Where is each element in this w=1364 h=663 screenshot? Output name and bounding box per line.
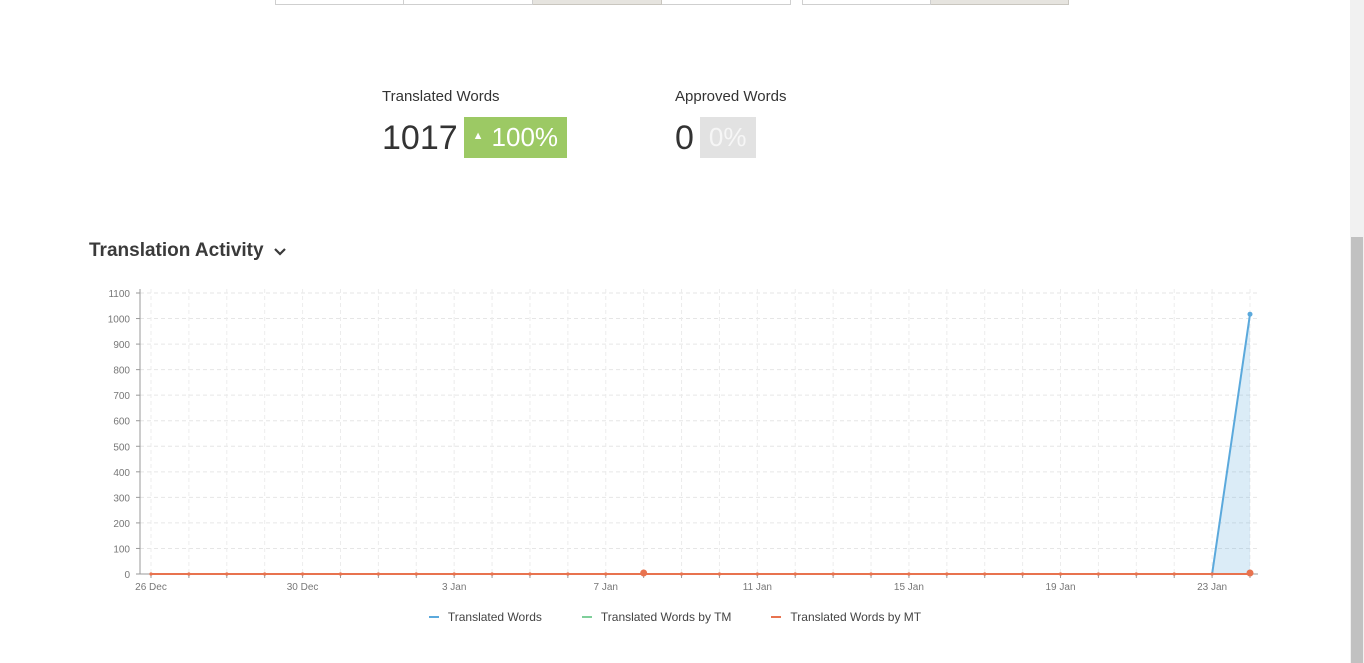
data-point-mt <box>225 572 229 576</box>
translated-words-label: Translated Words <box>382 88 500 105</box>
legend-swatch-translated-words-by-tm <box>581 616 592 618</box>
approved-words-change: 0% <box>708 122 747 152</box>
data-point-mt <box>414 572 418 576</box>
data-point-mt <box>679 572 684 576</box>
translated-words-change: 100% <box>491 122 559 152</box>
up-arrow-icon: ▲ <box>472 129 484 142</box>
segment-6-active[interactable] <box>931 0 1069 5</box>
chart-legend: Translated Words Translated Words by TM … <box>0 610 1350 624</box>
y-tick-label: 100 <box>113 544 130 555</box>
data-point-mt <box>300 572 305 576</box>
x-tick-label: 23 Jan <box>1197 582 1227 593</box>
y-tick-label: 400 <box>113 468 130 479</box>
legend-item-translated-words[interactable]: Translated Words <box>428 610 542 624</box>
translated-words-stat: Translated Words 1017 ▲ 100% <box>382 88 568 158</box>
data-point-mt <box>338 572 343 576</box>
y-tick-label: 0 <box>124 570 130 581</box>
data-point-mt <box>604 572 608 576</box>
top-segmented-control-2 <box>802 0 1069 6</box>
translation-activity-dropdown[interactable]: Translation Activity <box>89 240 286 262</box>
top-segmented-control-1 <box>275 0 791 6</box>
y-tick-label: 200 <box>113 519 130 530</box>
data-point-mt <box>566 572 570 576</box>
data-point-mt <box>831 572 835 576</box>
y-tick-label: 800 <box>113 366 130 377</box>
y-tick-label: 1000 <box>108 315 131 326</box>
data-point-mt <box>717 572 722 576</box>
data-point-highlight-mt <box>1246 569 1254 577</box>
segment-4[interactable] <box>662 0 791 5</box>
data-point-mt <box>907 572 911 576</box>
x-tick-label: 11 Jan <box>743 582 772 593</box>
data-point-mt <box>755 572 759 576</box>
approved-words-stat: Approved Words 0 0% <box>675 88 786 158</box>
y-tick-label: 500 <box>113 442 130 453</box>
scrollbar-thumb[interactable] <box>1351 237 1363 663</box>
data-point-translated-words <box>1247 311 1253 317</box>
segment-2[interactable] <box>404 0 533 5</box>
data-point-mt <box>1058 572 1063 576</box>
approved-words-label: Approved Words <box>675 88 787 105</box>
legend-item-translated-words-by-tm[interactable]: Translated Words by TM <box>581 610 732 624</box>
segment-3-active[interactable] <box>533 0 662 5</box>
legend-label: Translated Words by TM <box>600 610 732 624</box>
data-point-mt <box>1096 572 1101 576</box>
data-point-mt <box>149 572 153 576</box>
segment-1[interactable] <box>275 0 404 5</box>
x-tick-label: 7 Jan <box>594 582 618 593</box>
translated-words-change-badge: ▲ 100% <box>463 117 568 158</box>
translated-words-value: 1017 <box>382 118 458 157</box>
section-title: Translation Activity <box>89 240 264 261</box>
x-tick-label: 15 Jan <box>894 582 924 593</box>
approved-words-value: 0 <box>675 118 694 157</box>
y-tick-label: 900 <box>113 340 130 351</box>
data-point-mt <box>376 572 380 576</box>
data-point-mt <box>983 572 987 576</box>
data-point-mt <box>1134 572 1138 576</box>
data-point-mt <box>945 572 949 576</box>
data-point-mt <box>490 572 494 576</box>
chevron-down-icon <box>273 243 286 259</box>
legend-label: Translated Words by MT <box>790 610 922 624</box>
y-tick-label: 600 <box>113 417 130 428</box>
data-point-mt <box>528 572 532 576</box>
translation-activity-chart: 0 100 200 300 400 500 600 700 800 900 1000 1100 26 D… <box>108 289 1258 593</box>
segment-5[interactable] <box>802 0 931 5</box>
data-point-mt <box>452 572 456 576</box>
x-tick-label: 19 Jan <box>1046 582 1076 593</box>
data-point-mt <box>263 572 267 576</box>
approved-words-change-badge: 0% <box>699 117 756 158</box>
data-point-highlight-mt <box>640 569 648 577</box>
x-tick-label: 3 Jan <box>442 582 466 593</box>
data-point-mt <box>1021 572 1025 576</box>
y-tick-label: 1100 <box>108 289 130 300</box>
y-tick-label: 700 <box>113 391 130 402</box>
legend-swatch-translated-words-by-mt <box>771 616 782 618</box>
vertical-scrollbar[interactable] <box>1350 0 1364 663</box>
legend-item-translated-words-by-mt[interactable]: Translated Words by MT <box>771 610 921 624</box>
data-point-mt <box>793 572 797 576</box>
x-tick-label: 30 Dec <box>287 582 319 593</box>
legend-label: Translated Words <box>447 610 542 624</box>
data-point-mt <box>187 572 191 576</box>
legend-swatch-translated-words <box>428 616 439 618</box>
data-point-mt <box>869 572 873 576</box>
data-point-mt <box>1172 572 1176 576</box>
x-tick-label: 26 Dec <box>135 582 167 593</box>
data-point-mt <box>1210 572 1214 576</box>
y-tick-label: 300 <box>113 493 130 504</box>
